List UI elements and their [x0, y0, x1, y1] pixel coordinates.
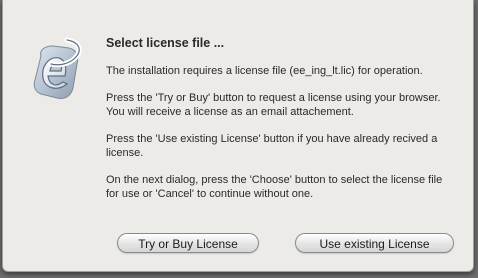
application-e-logo-icon	[33, 37, 82, 99]
try-or-buy-license-button[interactable]: Try or Buy License	[117, 233, 259, 253]
message-requirement: The installation requires a license file…	[106, 65, 423, 77]
message-next-dialog: On the next dialog, press the 'Choose' b…	[106, 174, 443, 200]
message-use-existing: Press the 'Use existing License' button …	[106, 133, 438, 159]
dialog-content: Select license file ... The installation…	[106, 36, 456, 214]
license-dialog: Select license file ... The installation…	[2, 0, 474, 272]
dialog-title: Select license file ...	[106, 36, 225, 50]
message-try-or-buy: Press the 'Try or Buy' button to request…	[106, 92, 441, 118]
use-existing-license-button[interactable]: Use existing License	[295, 233, 454, 253]
